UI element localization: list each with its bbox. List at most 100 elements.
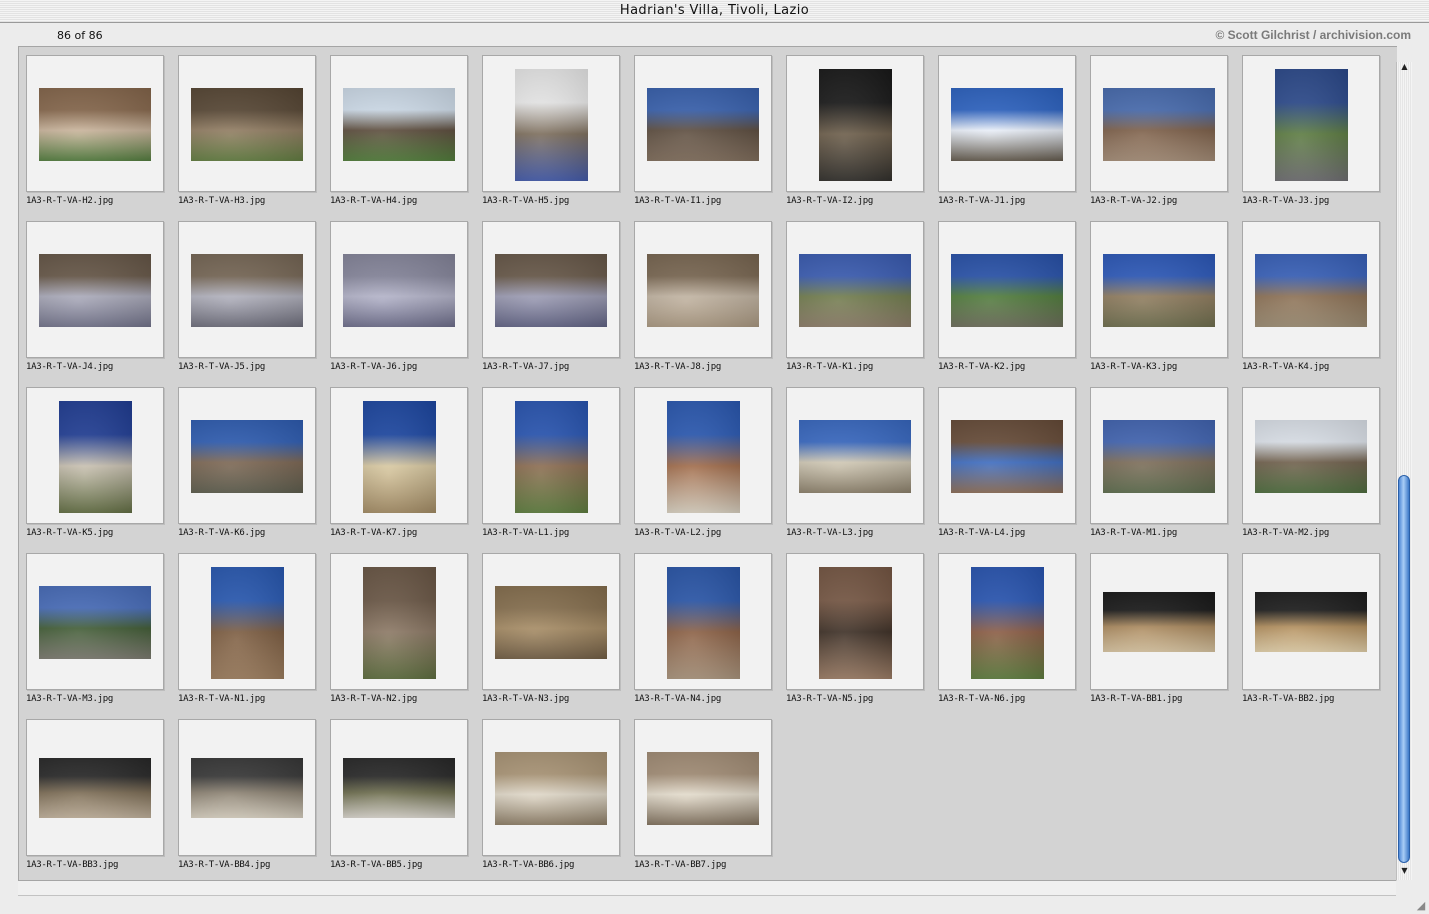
thumbnail-image[interactable] [343, 758, 455, 818]
slide-mount[interactable] [938, 553, 1076, 690]
slide-mount[interactable] [1242, 553, 1380, 690]
slide-mount[interactable] [786, 387, 924, 524]
slide-mount[interactable] [1242, 55, 1380, 192]
thumbnail-item[interactable]: 1A3-R-T-VA-K4.jpg [1235, 213, 1387, 373]
horizontal-scrollbar[interactable] [18, 880, 1396, 896]
thumbnail-item[interactable]: 1A3-R-T-VA-N6.jpg [931, 545, 1083, 705]
thumbnail-image[interactable] [59, 401, 132, 513]
slide-mount[interactable] [482, 553, 620, 690]
thumbnail-item[interactable]: 1A3-R-T-VA-N5.jpg [779, 545, 931, 705]
thumbnail-item[interactable]: 1A3-R-T-VA-BB4.jpg [171, 711, 323, 871]
thumbnail-item[interactable]: 1A3-R-T-VA-M2.jpg [1235, 379, 1387, 539]
slide-mount[interactable] [178, 221, 316, 358]
thumbnail-image[interactable] [495, 586, 607, 659]
slide-mount[interactable] [330, 55, 468, 192]
thumbnail-image[interactable] [39, 88, 151, 161]
thumbnail-item[interactable]: 1A3-R-T-VA-K5.jpg [19, 379, 171, 539]
thumbnail-item[interactable]: 1A3-R-T-VA-N3.jpg [475, 545, 627, 705]
thumbnail-image[interactable] [647, 254, 759, 327]
thumbnail-item[interactable]: 1A3-R-T-VA-K7.jpg [323, 379, 475, 539]
thumbnail-item[interactable]: 1A3-R-T-VA-BB7.jpg [627, 711, 779, 871]
thumbnail-item[interactable]: 1A3-R-T-VA-BB6.jpg [475, 711, 627, 871]
slide-mount[interactable] [634, 387, 772, 524]
slide-mount[interactable] [1242, 221, 1380, 358]
thumbnail-image[interactable] [667, 401, 740, 513]
slide-mount[interactable] [938, 387, 1076, 524]
thumbnail-image[interactable] [1255, 592, 1367, 652]
thumbnail-image[interactable] [343, 88, 455, 161]
thumbnail-item[interactable]: 1A3-R-T-VA-H2.jpg [19, 47, 171, 207]
resize-grip-icon[interactable]: ◢ [1414, 899, 1428, 913]
thumbnail-image[interactable] [39, 758, 151, 818]
thumbnail-image[interactable] [819, 567, 892, 679]
thumbnail-image[interactable] [951, 420, 1063, 493]
thumbnail-image[interactable] [1275, 69, 1348, 181]
thumbnail-image[interactable] [515, 69, 588, 181]
thumbnail-image[interactable] [363, 401, 436, 513]
slide-mount[interactable] [178, 55, 316, 192]
slide-mount[interactable] [938, 55, 1076, 192]
slide-mount[interactable] [178, 553, 316, 690]
thumbnail-image[interactable] [39, 254, 151, 327]
thumbnail-item[interactable]: 1A3-R-T-VA-K3.jpg [1083, 213, 1235, 373]
scroll-down-arrow-icon[interactable]: ▼ [1397, 866, 1412, 880]
slide-mount[interactable] [1090, 553, 1228, 690]
thumbnail-image[interactable] [1255, 420, 1367, 493]
thumbnail-image[interactable] [1103, 592, 1215, 652]
thumbnail-item[interactable]: 1A3-R-T-VA-L3.jpg [779, 379, 931, 539]
slide-mount[interactable] [482, 719, 620, 856]
thumbnail-item[interactable]: 1A3-R-T-VA-N1.jpg [171, 545, 323, 705]
slide-mount[interactable] [330, 553, 468, 690]
slide-mount[interactable] [26, 55, 164, 192]
thumbnail-item[interactable]: 1A3-R-T-VA-H5.jpg [475, 47, 627, 207]
thumbnail-image[interactable] [343, 254, 455, 327]
thumbnail-item[interactable]: 1A3-R-T-VA-J5.jpg [171, 213, 323, 373]
scroll-up-arrow-icon[interactable]: ▲ [1397, 62, 1412, 76]
thumbnail-item[interactable]: 1A3-R-T-VA-BB1.jpg [1083, 545, 1235, 705]
slide-mount[interactable] [1090, 55, 1228, 192]
slide-mount[interactable] [634, 221, 772, 358]
slide-mount[interactable] [26, 719, 164, 856]
thumbnail-image[interactable] [363, 567, 436, 679]
thumbnail-item[interactable]: 1A3-R-T-VA-L4.jpg [931, 379, 1083, 539]
thumbnail-image[interactable] [1255, 254, 1367, 327]
thumbnail-image[interactable] [647, 88, 759, 161]
thumbnail-image[interactable] [1103, 420, 1215, 493]
slide-mount[interactable] [1090, 387, 1228, 524]
scroll-thumb[interactable] [1398, 475, 1410, 863]
thumbnail-item[interactable]: 1A3-R-T-VA-BB3.jpg [19, 711, 171, 871]
thumbnail-item[interactable]: 1A3-R-T-VA-BB5.jpg [323, 711, 475, 871]
thumbnail-image[interactable] [191, 420, 303, 493]
slide-mount[interactable] [938, 221, 1076, 358]
slide-mount[interactable] [786, 553, 924, 690]
thumbnail-image[interactable] [799, 254, 911, 327]
slide-mount[interactable] [178, 719, 316, 856]
thumbnail-image[interactable] [191, 758, 303, 818]
thumbnail-image[interactable] [819, 69, 892, 181]
thumbnail-item[interactable]: 1A3-R-T-VA-J4.jpg [19, 213, 171, 373]
slide-mount[interactable] [482, 55, 620, 192]
slide-mount[interactable] [634, 553, 772, 690]
thumbnail-image[interactable] [951, 254, 1063, 327]
thumbnail-image[interactable] [495, 254, 607, 327]
slide-mount[interactable] [634, 719, 772, 856]
thumbnail-item[interactable]: 1A3-R-T-VA-J8.jpg [627, 213, 779, 373]
thumbnail-image[interactable] [1103, 254, 1215, 327]
thumbnail-item[interactable]: 1A3-R-T-VA-K6.jpg [171, 379, 323, 539]
slide-mount[interactable] [634, 55, 772, 192]
thumbnail-item[interactable]: 1A3-R-T-VA-K1.jpg [779, 213, 931, 373]
thumbnail-item[interactable]: 1A3-R-T-VA-N4.jpg [627, 545, 779, 705]
slide-mount[interactable] [330, 387, 468, 524]
slide-mount[interactable] [26, 553, 164, 690]
thumbnail-item[interactable]: 1A3-R-T-VA-K2.jpg [931, 213, 1083, 373]
slide-mount[interactable] [330, 719, 468, 856]
slide-mount[interactable] [786, 221, 924, 358]
thumbnail-item[interactable]: 1A3-R-T-VA-M3.jpg [19, 545, 171, 705]
thumbnail-item[interactable]: 1A3-R-T-VA-L1.jpg [475, 379, 627, 539]
thumbnail-image[interactable] [495, 752, 607, 825]
thumbnail-image[interactable] [799, 420, 911, 493]
thumbnail-item[interactable]: 1A3-R-T-VA-J1.jpg [931, 47, 1083, 207]
thumbnail-item[interactable]: 1A3-R-T-VA-J3.jpg [1235, 47, 1387, 207]
thumbnail-item[interactable]: 1A3-R-T-VA-N2.jpg [323, 545, 475, 705]
thumbnail-item[interactable]: 1A3-R-T-VA-I2.jpg [779, 47, 931, 207]
